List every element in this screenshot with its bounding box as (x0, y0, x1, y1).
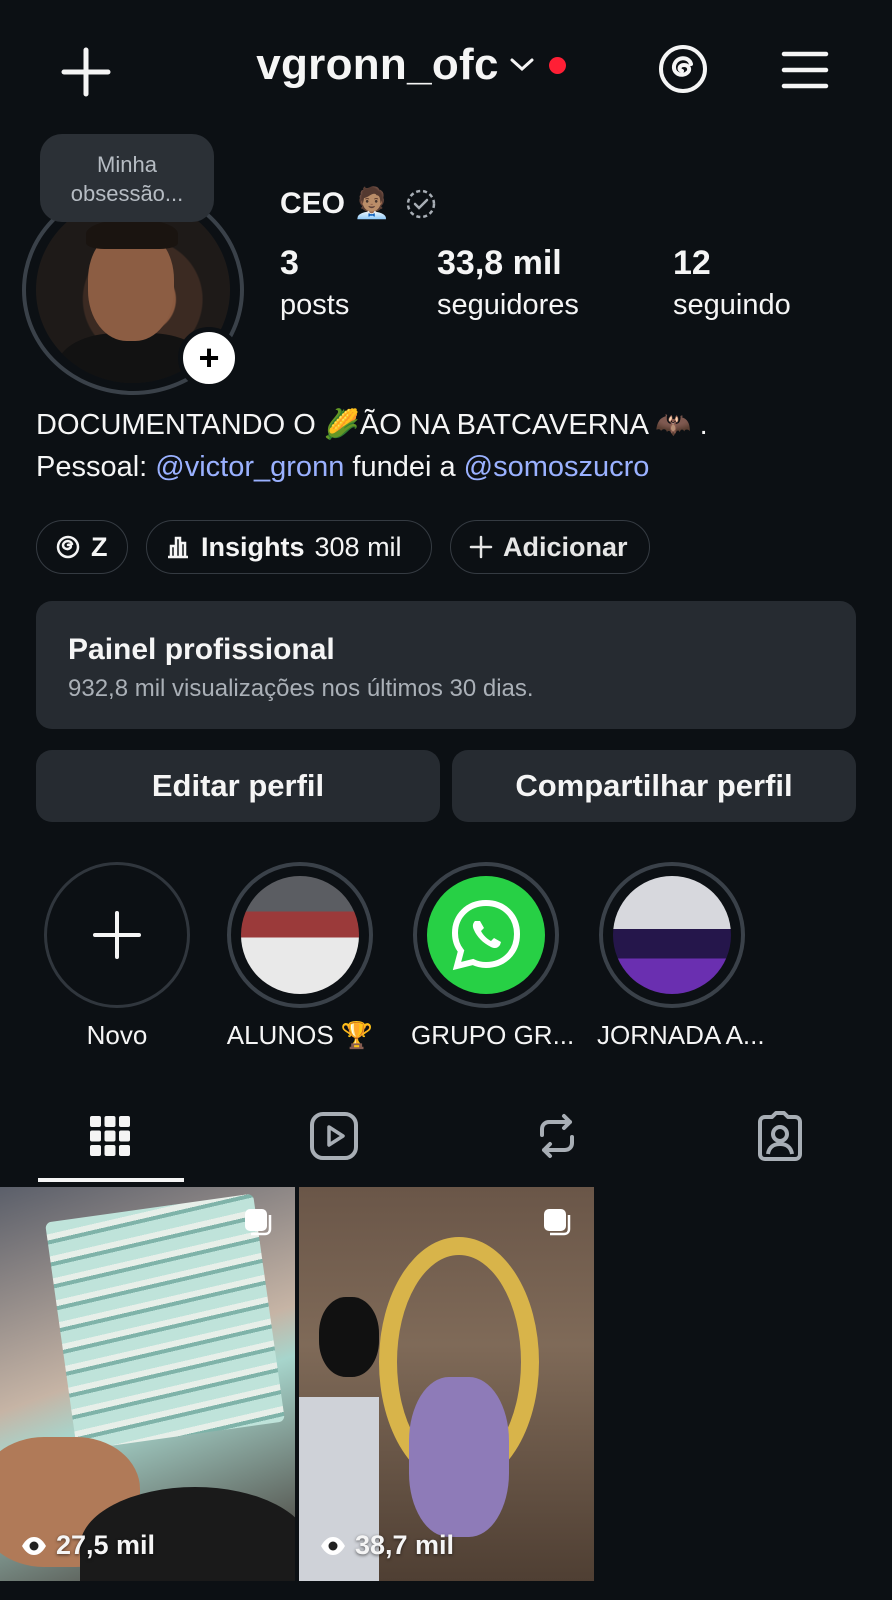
share-profile-button[interactable]: Compartilhar perfil (452, 750, 856, 822)
post-views-value: 38,7 mil (355, 1530, 455, 1560)
highlight-grupo[interactable]: GRUPO GR... (411, 862, 575, 1051)
bio-line-1: DOCUMENTANDO O 🌽ÃO NA BATCAVERNA 🦇 . (36, 409, 708, 441)
stat-following[interactable]: 12 seguindo (673, 244, 791, 322)
threads-small-icon (56, 535, 80, 559)
highlight-alunos[interactable]: ALUNOS 🏆 (225, 862, 375, 1051)
highlight-cover (227, 862, 373, 1008)
tagged-icon (758, 1111, 802, 1161)
mention-link-victor[interactable]: @victor_gronn (155, 451, 344, 483)
highlight-new[interactable]: Novo (42, 862, 192, 1051)
bar-chart-icon (168, 536, 188, 559)
reels-icon (310, 1112, 358, 1160)
bio-prefix: Pessoal: (36, 451, 156, 483)
highlight-label: GRUPO GR... (411, 1020, 575, 1050)
professional-dashboard[interactable]: Painel profissional 932,8 mil visualizaç… (36, 601, 856, 729)
tab-grid[interactable] (80, 1108, 140, 1164)
carousel-icon (245, 1209, 272, 1236)
profile-name: CEO 🧑🏽‍💼 (280, 186, 437, 221)
profile-name-text: CEO 🧑🏽‍💼 (280, 187, 391, 220)
post-thumbnail[interactable]: 38,7 mil (299, 1187, 594, 1581)
stat-posts-value: 3 (280, 244, 299, 282)
stat-following-label: seguindo (673, 289, 791, 321)
threads-icon[interactable] (656, 42, 710, 96)
note-bubble[interactable]: Minha obsessão... (40, 134, 214, 222)
stat-posts[interactable]: 3 posts (280, 244, 349, 322)
account-switcher[interactable]: vgronn_ofc (0, 40, 892, 90)
tab-reposts[interactable] (527, 1108, 587, 1164)
edit-profile-button[interactable]: Editar perfil (36, 750, 440, 822)
notification-dot (548, 56, 566, 74)
add-story-plus-icon[interactable]: + (178, 327, 240, 389)
stat-followers-value: 33,8 mil (437, 244, 562, 282)
insights-value: 308 mil (314, 531, 402, 562)
active-tab-indicator (38, 1178, 184, 1182)
stat-following-value: 12 (673, 244, 711, 282)
post-views: 38,7 mil (319, 1530, 454, 1561)
stat-followers-label: seguidores (437, 289, 579, 321)
stat-posts-label: posts (280, 289, 350, 321)
post-views-value: 27,5 mil (56, 1530, 156, 1560)
plus-icon (93, 911, 141, 959)
bio-line-2: Pessoal: @victor_gronn fundei a @somoszu… (36, 446, 708, 488)
menu-icon[interactable] (780, 48, 830, 92)
threads-chip[interactable]: Z (36, 520, 128, 574)
chevron-down-icon (510, 58, 534, 72)
reposts-icon (540, 1114, 574, 1158)
plus-icon (469, 535, 493, 559)
username-label: vgronn_ofc (256, 40, 499, 89)
highlight-label: ALUNOS 🏆 (226, 1020, 374, 1050)
insights-chip[interactable]: Insights 308 mil (146, 520, 432, 574)
add-chip[interactable]: Adicionar (450, 520, 650, 574)
add-chip-label: Adicionar (503, 531, 628, 562)
highlight-label: JORNADA A... (597, 1020, 765, 1050)
eye-icon (321, 1536, 345, 1555)
highlight-new-circle (44, 862, 190, 1008)
highlight-cover (599, 862, 745, 1008)
insights-label: Insights (201, 531, 305, 562)
mention-link-somoszucro[interactable]: @somoszucro (464, 451, 650, 483)
grid-icon (90, 1116, 130, 1156)
carousel-icon (544, 1209, 571, 1236)
verified-dashed-icon (406, 189, 435, 218)
post-views: 27,5 mil (20, 1530, 155, 1561)
highlight-label: Novo (86, 1020, 148, 1050)
highlight-jornada[interactable]: JORNADA A... (597, 862, 765, 1051)
tab-tagged[interactable] (750, 1108, 810, 1164)
threads-chip-label: Z (91, 531, 108, 562)
bio: DOCUMENTANDO O 🌽ÃO NA BATCAVERNA 🦇 . Pes… (36, 404, 708, 488)
pro-panel-title: Painel profissional (68, 633, 335, 666)
post-thumbnail[interactable]: 27,5 mil (0, 1187, 295, 1581)
eye-icon (22, 1536, 46, 1555)
bio-mid: fundei a (344, 451, 464, 483)
tab-reels[interactable] (304, 1108, 364, 1164)
pro-panel-subtitle: 932,8 mil visualizações nos últimos 30 d… (68, 675, 534, 702)
whatsapp-icon (451, 899, 521, 971)
stat-followers[interactable]: 33,8 mil seguidores (437, 244, 579, 322)
highlight-cover (413, 862, 559, 1008)
